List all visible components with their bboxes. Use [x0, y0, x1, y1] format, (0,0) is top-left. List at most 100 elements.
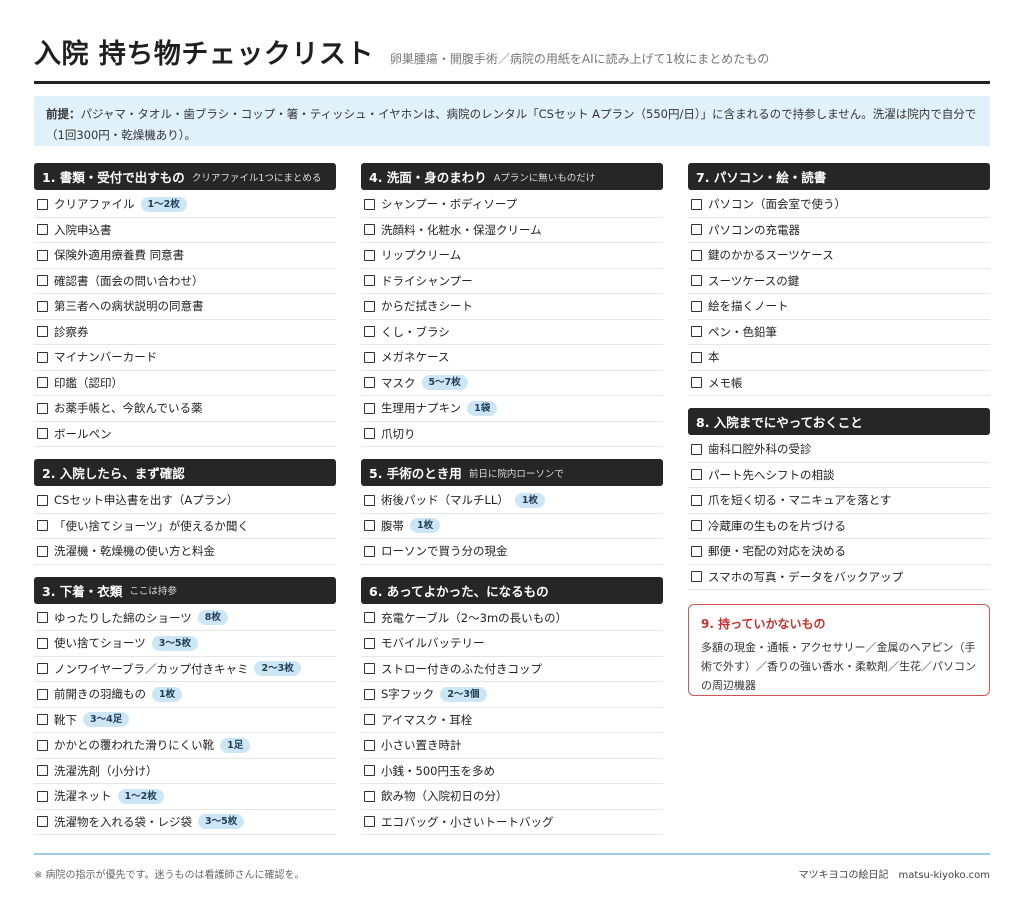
checkbox[interactable]: [364, 765, 375, 777]
checkbox[interactable]: [37, 198, 48, 210]
checkbox[interactable]: [37, 765, 48, 777]
checklist-item[interactable]: 入院申込書: [34, 218, 336, 243]
checklist-item[interactable]: 郵便・宅配の対応を決める: [688, 539, 990, 565]
checklist-item[interactable]: パソコンの充電器: [688, 218, 990, 243]
checklist-item[interactable]: 診察券: [34, 320, 336, 345]
checklist-item[interactable]: ノンワイヤーブラ／カップ付きキャミ 2〜3枚: [34, 657, 336, 682]
checklist-item[interactable]: くし・ブラシ: [361, 320, 663, 345]
checkbox[interactable]: [37, 300, 48, 312]
checkbox[interactable]: [364, 816, 375, 828]
checkbox[interactable]: [37, 545, 48, 557]
checklist-item[interactable]: パソコン（面会室で使う）: [688, 192, 990, 218]
checklist-item[interactable]: メモ帳: [688, 371, 990, 396]
checklist-item[interactable]: からだ拭きシート: [361, 294, 663, 320]
checklist-item[interactable]: リップクリーム: [361, 243, 663, 269]
checklist-item[interactable]: スマホの写真・データをバックアップ: [688, 565, 990, 590]
checkbox[interactable]: [691, 443, 702, 455]
checkbox[interactable]: [364, 545, 375, 557]
checkbox[interactable]: [37, 663, 48, 675]
checkbox[interactable]: [691, 494, 702, 506]
checklist-item[interactable]: スーツケースの鍵: [688, 269, 990, 294]
checkbox[interactable]: [364, 300, 375, 312]
checkbox[interactable]: [364, 520, 375, 532]
checklist-item[interactable]: 小さい置き時計: [361, 733, 663, 759]
checklist-item[interactable]: 保険外適用療養費 同意書: [34, 243, 336, 269]
checklist-item[interactable]: 洗濯ネット 1〜2枚: [34, 784, 336, 810]
checkbox[interactable]: [364, 326, 375, 338]
checkbox[interactable]: [37, 637, 48, 649]
checkbox[interactable]: [691, 571, 702, 583]
checkbox[interactable]: [364, 249, 375, 261]
checkbox[interactable]: [364, 688, 375, 700]
checkbox[interactable]: [691, 326, 702, 338]
checklist-item[interactable]: エコバッグ・小さいトートバッグ: [361, 810, 663, 835]
checklist-item[interactable]: 小銭・500円玉を多め: [361, 759, 663, 784]
checkbox[interactable]: [691, 249, 702, 261]
checkbox[interactable]: [364, 275, 375, 287]
checklist-item[interactable]: 生理用ナプキン 1袋: [361, 396, 663, 422]
checkbox[interactable]: [364, 224, 375, 236]
checkbox[interactable]: [364, 428, 375, 440]
checklist-item[interactable]: 腹帯 1枚: [361, 514, 663, 539]
checklist-item[interactable]: 靴下 3〜4足: [34, 708, 336, 733]
checklist-item[interactable]: メガネケース: [361, 345, 663, 371]
checklist-item[interactable]: 洗濯機・乾燥機の使い方と料金: [34, 539, 336, 565]
checklist-item[interactable]: S字フック 2〜3個: [361, 682, 663, 708]
checkbox[interactable]: [37, 351, 48, 363]
checkbox[interactable]: [691, 275, 702, 287]
checklist-item[interactable]: 「使い捨てショーツ」が使えるか聞く: [34, 514, 336, 539]
checklist-item[interactable]: 歯科口腔外科の受診: [688, 437, 990, 463]
checklist-item[interactable]: 確認書（面会の問い合わせ）: [34, 269, 336, 294]
checkbox[interactable]: [364, 612, 375, 624]
checkbox[interactable]: [364, 402, 375, 414]
checkbox[interactable]: [691, 520, 702, 532]
checklist-item[interactable]: 使い捨てショーツ 3〜5枚: [34, 631, 336, 657]
checklist-item[interactable]: 第三者への病状説明の同意書: [34, 294, 336, 320]
checklist-item[interactable]: ドライシャンプー: [361, 269, 663, 294]
checkbox[interactable]: [691, 351, 702, 363]
checklist-item[interactable]: ペン・色鉛筆: [688, 320, 990, 345]
checkbox[interactable]: [37, 739, 48, 751]
checklist-item[interactable]: マイナンバーカード: [34, 345, 336, 371]
checkbox[interactable]: [691, 198, 702, 210]
checkbox[interactable]: [37, 428, 48, 440]
checklist-item[interactable]: 洗濯物を入れる袋・レジ袋 3〜5枚: [34, 810, 336, 835]
checkbox[interactable]: [364, 714, 375, 726]
checkbox[interactable]: [691, 469, 702, 481]
checklist-item[interactable]: ローソンで買う分の現金: [361, 539, 663, 565]
checklist-item[interactable]: 爪切り: [361, 422, 663, 447]
checkbox[interactable]: [364, 377, 375, 389]
checklist-item[interactable]: 絵を描くノート: [688, 294, 990, 320]
checklist-item[interactable]: 洗濯洗剤（小分け）: [34, 759, 336, 784]
checklist-item[interactable]: 爪を短く切る・マニキュアを落とす: [688, 488, 990, 514]
checkbox[interactable]: [364, 790, 375, 802]
checkbox[interactable]: [37, 816, 48, 828]
checklist-item[interactable]: 本: [688, 345, 990, 371]
checkbox[interactable]: [364, 663, 375, 675]
checklist-item[interactable]: ボールペン: [34, 422, 336, 447]
checklist-item[interactable]: モバイルバッテリー: [361, 631, 663, 657]
checkbox[interactable]: [364, 198, 375, 210]
checkbox[interactable]: [37, 275, 48, 287]
checkbox[interactable]: [37, 520, 48, 532]
checkbox[interactable]: [37, 688, 48, 700]
checklist-item[interactable]: ゆったりした綿のショーツ 8枚: [34, 606, 336, 631]
checklist-item[interactable]: シャンプー・ボディソープ: [361, 192, 663, 218]
checklist-item[interactable]: 印鑑（認印）: [34, 371, 336, 396]
checkbox[interactable]: [691, 377, 702, 389]
checkbox[interactable]: [37, 714, 48, 726]
checkbox[interactable]: [364, 739, 375, 751]
checklist-item[interactable]: 前開きの羽織もの 1枚: [34, 682, 336, 708]
checklist-item[interactable]: 鍵のかかるスーツケース: [688, 243, 990, 269]
checklist-item[interactable]: お薬手帳と、今飲んでいる薬: [34, 396, 336, 422]
checkbox[interactable]: [37, 249, 48, 261]
checkbox[interactable]: [37, 224, 48, 236]
checklist-item[interactable]: かかとの覆われた滑りにくい靴 1足: [34, 733, 336, 759]
checklist-item[interactable]: パート先へシフトの相談: [688, 463, 990, 488]
checklist-item[interactable]: マスク 5〜7枚: [361, 371, 663, 396]
checkbox[interactable]: [37, 377, 48, 389]
checkbox[interactable]: [37, 612, 48, 624]
checkbox[interactable]: [691, 300, 702, 312]
checklist-item[interactable]: CSセット申込書を出す（Aプラン）: [34, 488, 336, 514]
checkbox[interactable]: [37, 790, 48, 802]
